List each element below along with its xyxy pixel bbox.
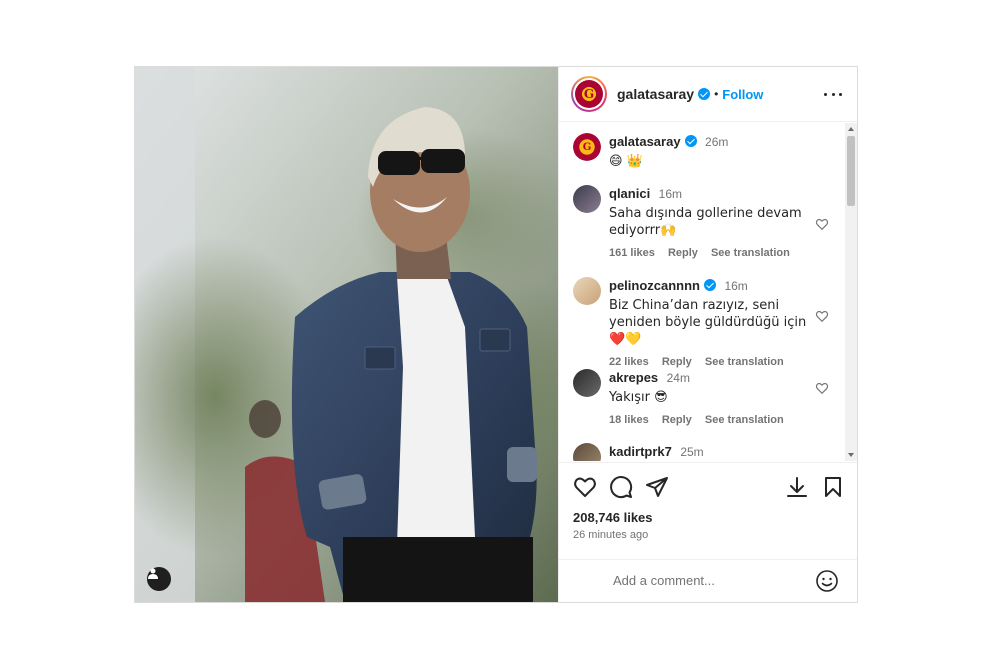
action-bar <box>573 475 845 501</box>
post-sidebar: G galatasaray • Follow G galatasaray 26m… <box>558 67 857 602</box>
post-time-ago[interactable]: 26 minutes ago <box>573 529 648 541</box>
comment-text: Saha dışında gollerine devam ediyorrr🙌 <box>609 206 802 238</box>
separator-dot: • <box>714 87 719 101</box>
follow-button[interactable]: Follow <box>722 87 763 102</box>
post-header: G galatasaray • Follow <box>559 67 857 122</box>
scrollbar-thumb[interactable] <box>847 136 855 206</box>
save-icon[interactable] <box>821 475 845 499</box>
comment-time[interactable]: 25m <box>680 445 703 459</box>
see-translation-button[interactable]: See translation <box>705 414 784 426</box>
emoji-icon[interactable] <box>815 569 839 593</box>
add-comment-bar: Add a comment... <box>559 559 857 602</box>
verified-icon <box>704 279 716 291</box>
heart-icon[interactable] <box>815 217 829 231</box>
comment-likes[interactable]: 161 likes <box>609 247 655 259</box>
photo-illustration <box>135 67 558 602</box>
comment-time[interactable]: 16m <box>659 187 682 201</box>
caption-text: 😄 👑 <box>609 154 643 169</box>
comment-time[interactable]: 24m <box>667 371 690 385</box>
post-actions: 208,746 likes 26 minutes ago Add a comme… <box>559 462 857 602</box>
share-icon[interactable] <box>645 475 669 499</box>
add-comment-input[interactable]: Add a comment... <box>613 573 715 588</box>
instagram-post: G galatasaray • Follow G galatasaray 26m… <box>134 66 858 603</box>
heart-icon[interactable] <box>815 381 829 395</box>
comment-likes[interactable]: 18 likes <box>609 414 649 426</box>
reply-button[interactable]: Reply <box>662 414 692 426</box>
comments-list: G galatasaray 26m 😄 👑 qlanici 16m Saha d… <box>559 123 857 461</box>
likes-count[interactable]: 208,746 likes <box>573 510 653 525</box>
user-tag-icon <box>148 568 158 579</box>
reply-button[interactable]: Reply <box>662 356 692 368</box>
scroll-down-arrow-icon[interactable] <box>848 453 854 457</box>
download-icon[interactable] <box>785 475 809 499</box>
more-icon <box>824 92 827 96</box>
see-translation-button[interactable]: See translation <box>711 247 790 259</box>
caption-avatar[interactable]: G <box>573 133 601 161</box>
comment-username[interactable]: qlanici <box>609 186 650 201</box>
comment-text: Biz China’dan razıyız, seni yeniden böyl… <box>609 298 807 347</box>
more-options-button[interactable] <box>824 85 842 103</box>
comment-time[interactable]: 16m <box>724 279 747 293</box>
verified-icon <box>684 135 697 147</box>
heart-icon[interactable] <box>573 475 597 499</box>
comments-scrollbar[interactable] <box>845 123 857 461</box>
comment-icon[interactable] <box>609 475 633 499</box>
post-photo[interactable] <box>135 67 558 602</box>
commenter-avatar[interactable] <box>573 443 601 461</box>
author-avatar[interactable]: G <box>571 76 607 112</box>
verified-icon <box>698 88 711 100</box>
heart-icon[interactable] <box>815 309 829 323</box>
commenter-avatar[interactable] <box>573 369 601 397</box>
comment-username[interactable]: pelinozcannnn <box>609 278 700 293</box>
comment-username[interactable]: akrepes <box>609 370 658 385</box>
comment-username[interactable]: kadirtprk7 <box>609 444 672 459</box>
comment-likes[interactable]: 22 likes <box>609 356 649 368</box>
comment-text: Yakışır 😎 <box>609 390 668 405</box>
caption-username[interactable]: galatasaray <box>609 134 681 149</box>
author-username[interactable]: galatasaray <box>617 86 694 102</box>
see-translation-button[interactable]: See translation <box>705 356 784 368</box>
galatasaray-crest-icon: G <box>575 80 603 108</box>
scroll-up-arrow-icon[interactable] <box>848 127 854 131</box>
user-tag-button[interactable] <box>147 567 171 591</box>
commenter-avatar[interactable] <box>573 277 601 305</box>
caption-time[interactable]: 26m <box>705 135 728 149</box>
commenter-avatar[interactable] <box>573 185 601 213</box>
reply-button[interactable]: Reply <box>668 247 698 259</box>
